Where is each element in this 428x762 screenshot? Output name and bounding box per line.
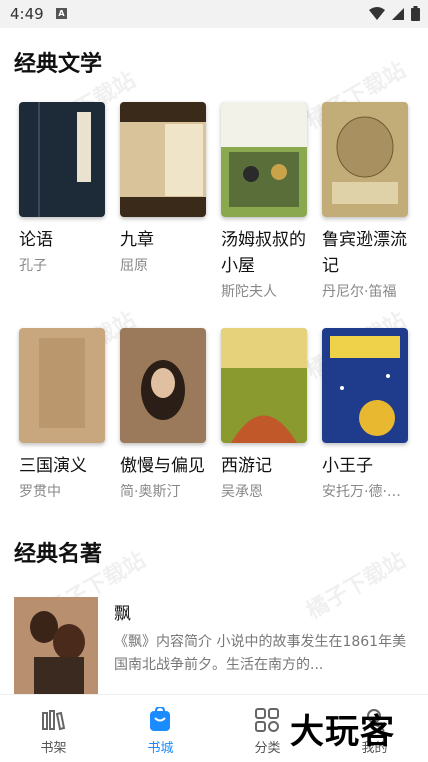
book-card[interactable]: 鲁宾逊漂流记 丹尼尔·笛福	[322, 102, 414, 301]
book-title: 三国演义	[19, 456, 87, 476]
bookstore-content[interactable]: 橘子下载站 橘子下载站 橘子下载站 橘子下载站 橘子下载站 橘子下载站 经典文学…	[0, 28, 428, 694]
signal-icon	[392, 7, 404, 20]
book-card[interactable]: 汤姆叔叔的小屋 斯陀夫人	[221, 102, 313, 301]
battery-icon	[411, 6, 420, 21]
section-title-classic-literature: 经典文学	[14, 52, 103, 77]
book-title: 西游记	[221, 456, 272, 476]
book-author: 丹尼尔·笛福	[322, 284, 397, 300]
book-cover	[322, 328, 408, 443]
book-card[interactable]: 三国演义 罗贯中	[19, 328, 111, 501]
status-bar: 4:49 A	[0, 0, 428, 28]
book-card[interactable]: 九章 屈原	[120, 102, 212, 275]
status-time: 4:49	[10, 5, 44, 23]
featured-book[interactable]: 飘 《飘》内容简介 小说中的故事发生在1861年美国南北战争前夕。生活在南方的.…	[14, 597, 414, 694]
bookstore-icon	[150, 707, 170, 731]
book-author: 安托万·德·圣埃克苏佩里	[322, 484, 414, 500]
book-card[interactable]: 小王子 安托万·德·圣埃克苏佩里	[322, 328, 414, 501]
book-title: 鲁宾逊漂流记	[322, 230, 407, 276]
book-author: 吴承恩	[221, 484, 263, 500]
book-author: 简·奥斯汀	[120, 484, 181, 500]
book-author: 斯陀夫人	[221, 284, 277, 300]
category-icon	[255, 708, 279, 732]
book-cover	[322, 102, 408, 217]
book-title: 九章	[120, 230, 154, 250]
book-author: 罗贯中	[19, 484, 61, 500]
book-author: 屈原	[120, 258, 148, 274]
bookshelf-icon	[42, 710, 66, 731]
book-title: 傲慢与偏见	[120, 456, 205, 476]
book-cover	[19, 102, 105, 217]
tab-bookstore[interactable]: 书城	[107, 695, 214, 762]
book-cover	[120, 328, 206, 443]
book-title: 论语	[19, 230, 53, 250]
notification-icon: A	[56, 8, 67, 19]
book-author: 孔子	[19, 258, 47, 274]
status-icons	[369, 6, 420, 21]
book-title: 汤姆叔叔的小屋	[221, 230, 306, 276]
book-cover	[120, 102, 206, 217]
tab-label: 书架	[40, 741, 67, 756]
wifi-icon	[369, 6, 385, 20]
featured-book-cover	[14, 597, 98, 694]
featured-book-description: 《飘》内容简介 小说中的故事发生在1861年美国南北战争前夕。生活在南方的...	[114, 634, 407, 673]
tab-label: 书城	[147, 741, 174, 756]
book-cover	[221, 102, 307, 217]
book-cover	[221, 328, 307, 443]
book-cover	[19, 328, 105, 443]
book-card[interactable]: 傲慢与偏见 简·奥斯汀	[120, 328, 212, 501]
book-title: 小王子	[322, 456, 373, 476]
tab-bookshelf[interactable]: 书架	[0, 695, 107, 762]
brand-watermark: 大玩客	[290, 712, 395, 752]
section-title-masterpieces: 经典名著	[14, 542, 103, 567]
book-card[interactable]: 西游记 吴承恩	[221, 328, 313, 501]
featured-book-title: 飘	[114, 604, 131, 624]
book-card[interactable]: 论语 孔子	[19, 102, 111, 275]
